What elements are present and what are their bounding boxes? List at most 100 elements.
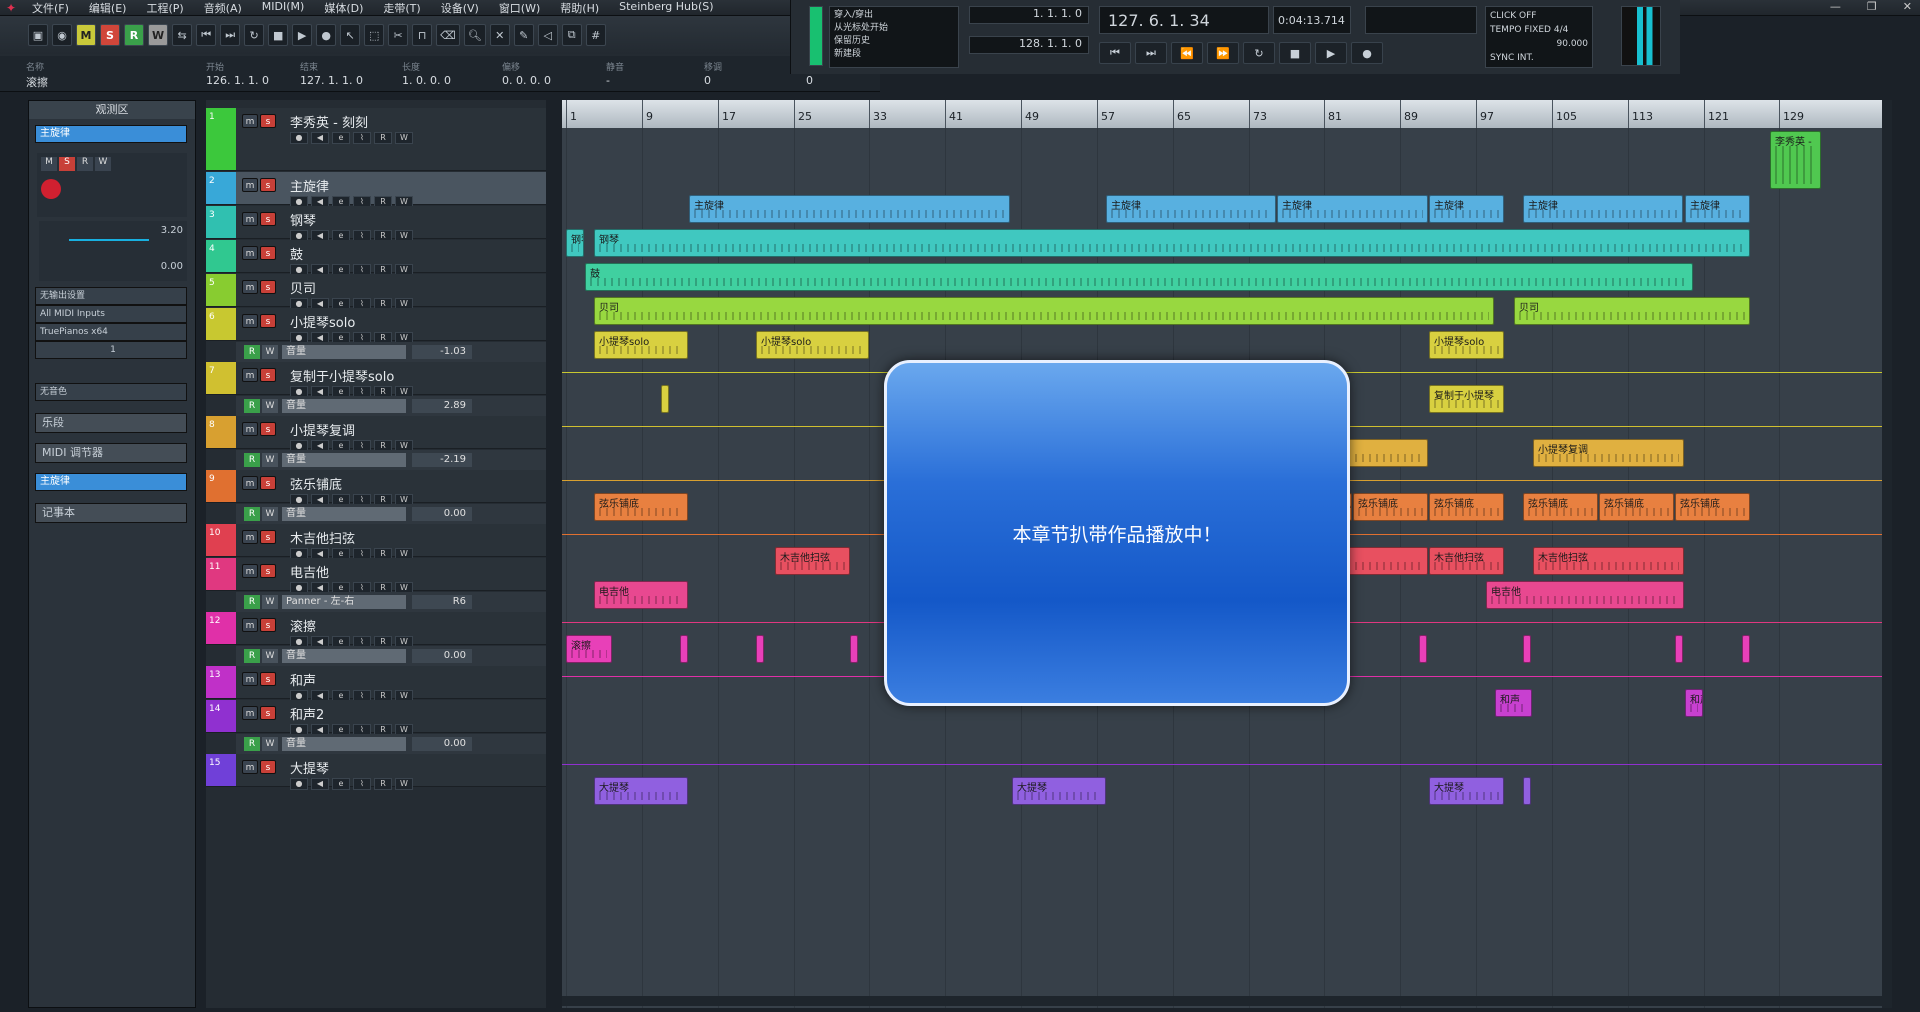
automation-lane[interactable]: R W 音量 -2.19 xyxy=(236,450,546,470)
record-arm-icon[interactable]: ● xyxy=(290,778,308,790)
info-end[interactable]: 结束 127. 1. 1. 0 xyxy=(300,60,363,87)
cycle-icon[interactable]: ↻ xyxy=(1243,42,1275,64)
lane-read-button[interactable]: R xyxy=(244,345,260,359)
midi-part[interactable]: 小提琴solo xyxy=(1429,331,1504,359)
midi-part[interactable]: 李秀英 - xyxy=(1770,131,1821,189)
play-icon[interactable]: ▶ xyxy=(292,24,313,46)
record-enable-icon[interactable] xyxy=(41,179,61,199)
stop-icon[interactable]: ■ xyxy=(268,24,289,46)
midi-part[interactable] xyxy=(1523,635,1531,663)
snap-icon[interactable]: ⧉ xyxy=(561,24,582,46)
lane-read-button[interactable]: R xyxy=(244,649,260,663)
midi-part[interactable] xyxy=(1675,635,1683,663)
read-icon[interactable]: R xyxy=(374,132,392,144)
close-icon[interactable]: ✕ xyxy=(1903,0,1912,13)
track-mute-button[interactable]: m xyxy=(242,672,258,686)
midi-part[interactable] xyxy=(1523,777,1531,805)
position-display[interactable]: 127. 6. 1. 34 xyxy=(1099,6,1269,34)
midi-channel[interactable]: 1 xyxy=(35,341,187,359)
constrain-icon[interactable]: ◉ xyxy=(52,24,72,46)
track-row[interactable]: 8 m s 小提琴复调 ● ◀ e ⌇ R W xyxy=(206,416,546,452)
project-window-icon[interactable]: ▣ xyxy=(28,24,48,46)
menu-item-7[interactable]: 设备(V) xyxy=(431,0,489,16)
lane-write-button[interactable]: W xyxy=(262,453,278,467)
midi-part[interactable]: 主旋律 xyxy=(689,195,1010,223)
midi-part[interactable]: 电吉他 xyxy=(1486,581,1684,609)
track-row[interactable]: 4 m s 鼓 ● ◀ e ⌇ R W xyxy=(206,240,546,276)
midi-part[interactable]: 小提琴solo xyxy=(594,331,688,359)
record-arm-icon[interactable]: ● xyxy=(290,132,308,144)
menu-item-9[interactable]: 帮助(H) xyxy=(550,0,609,16)
midi-part[interactable]: 电吉他 xyxy=(594,581,688,609)
track-row[interactable]: 15 m s 大提琴 ● ◀ e ⌇ R W xyxy=(206,754,546,790)
write-icon[interactable]: W xyxy=(395,132,413,144)
record-icon[interactable]: ● xyxy=(1351,42,1383,64)
midi-part[interactable]: 主旋律 xyxy=(1523,195,1683,223)
section-notepad[interactable]: 记事本 xyxy=(35,503,187,523)
track-row[interactable]: 9 m s 弦乐铺底 ● ◀ e ⌇ R W xyxy=(206,470,546,506)
midi-part[interactable]: 木吉他扫弦 xyxy=(775,547,850,575)
track-mute-button[interactable]: m xyxy=(242,760,258,774)
mute-button[interactable]: M xyxy=(41,157,57,171)
midi-part[interactable]: 主旋律 xyxy=(1429,195,1504,223)
track-solo-button[interactable]: s xyxy=(260,178,276,192)
track-mute-button[interactable]: m xyxy=(242,476,258,490)
track-solo-button[interactable]: s xyxy=(260,114,276,128)
right-locator[interactable]: 128. 1. 1. 0 xyxy=(969,36,1089,54)
midi-part[interactable]: 贝司 xyxy=(1514,297,1750,325)
midi-part[interactable]: 贝司 xyxy=(594,297,1494,325)
lane-write-button[interactable]: W xyxy=(262,737,278,751)
read-icon[interactable]: R xyxy=(374,778,392,790)
record-mode-panel[interactable]: 穿入/穿出 从光标处开始 保留历史 新建段 xyxy=(829,6,959,68)
track-row[interactable]: 11 m s 电吉他 ● ◀ e ⌇ R W xyxy=(206,558,546,594)
midi-part[interactable]: 和声 xyxy=(1495,689,1532,717)
automation-lane[interactable]: R W 音量 0.00 xyxy=(236,646,546,666)
lane-parameter[interactable]: 音量 xyxy=(282,649,406,663)
track-solo-button[interactable]: s xyxy=(260,672,276,686)
cycle-icon[interactable]: ↻ xyxy=(244,24,265,46)
info-length[interactable]: 长度 1. 0. 0. 0 xyxy=(402,60,451,87)
track-mute-button[interactable]: m xyxy=(242,618,258,632)
midi-part[interactable]: 鼓 xyxy=(585,263,1693,291)
midi-input[interactable]: All MIDI Inputs xyxy=(35,305,187,323)
record-icon[interactable]: ● xyxy=(316,24,337,46)
glue-tool-icon[interactable]: ⊓ xyxy=(412,24,433,46)
menu-item-0[interactable]: 文件(F) xyxy=(22,0,79,16)
edit-icon[interactable]: e xyxy=(332,132,350,144)
play-icon[interactable]: ▶ xyxy=(1315,42,1347,64)
inspector-track-name[interactable]: 主旋律 xyxy=(35,125,187,143)
go-start-icon[interactable]: ⏮ xyxy=(1099,42,1131,64)
lane-value[interactable]: R6 xyxy=(412,595,472,609)
lane-read-button[interactable]: R xyxy=(244,507,260,521)
lane-write-button[interactable]: W xyxy=(262,507,278,521)
midi-part[interactable] xyxy=(661,385,669,413)
click-tempo-panel[interactable]: CLICK OFF TEMPO FIXED 4/4 90.000 SYNC IN… xyxy=(1485,6,1593,68)
vertical-scrollbar[interactable] xyxy=(1882,100,1892,1008)
left-locator[interactable]: 1. 1. 1. 0 xyxy=(969,6,1089,24)
write-button[interactable]: W xyxy=(95,157,111,171)
midi-part[interactable]: 主旋律 xyxy=(1106,195,1276,223)
info-start[interactable]: 开始 126. 1. 1. 0 xyxy=(206,60,269,87)
erase-tool-icon[interactable]: ⌫ xyxy=(436,24,460,46)
midi-part[interactable]: 小提琴solo xyxy=(756,331,869,359)
solo-button[interactable]: S xyxy=(59,157,75,171)
track-mute-button[interactable]: m xyxy=(242,530,258,544)
track-solo-button[interactable]: s xyxy=(260,422,276,436)
track-mute-button[interactable]: m xyxy=(242,422,258,436)
lane-parameter[interactable]: 音量 xyxy=(282,737,406,751)
lane-value[interactable]: 0.00 xyxy=(412,507,472,521)
lane-parameter[interactable]: 音量 xyxy=(282,453,406,467)
menu-item-5[interactable]: 媒体(D) xyxy=(314,0,373,16)
input-routing[interactable]: 无输出设置 xyxy=(35,287,187,305)
program-select[interactable]: 无音色 xyxy=(35,383,187,401)
midi-part[interactable] xyxy=(850,635,858,663)
edit-icon[interactable]: e xyxy=(332,778,350,790)
track-solo-button[interactable]: s xyxy=(260,368,276,382)
lane-parameter[interactable]: 音量 xyxy=(282,399,406,413)
track-row[interactable]: 7 m s 复制于小提琴solo ● ◀ e ⌇ R W xyxy=(206,362,546,398)
menu-item-10[interactable]: Steinberg Hub(S) xyxy=(609,0,723,16)
lane-write-button[interactable]: W xyxy=(262,399,278,413)
volume-slider[interactable] xyxy=(69,239,149,241)
track-row[interactable]: 10 m s 木吉他扫弦 ● ◀ e ⌇ R W xyxy=(206,524,546,560)
midi-part[interactable]: 木吉他扫弦 xyxy=(1429,547,1504,575)
